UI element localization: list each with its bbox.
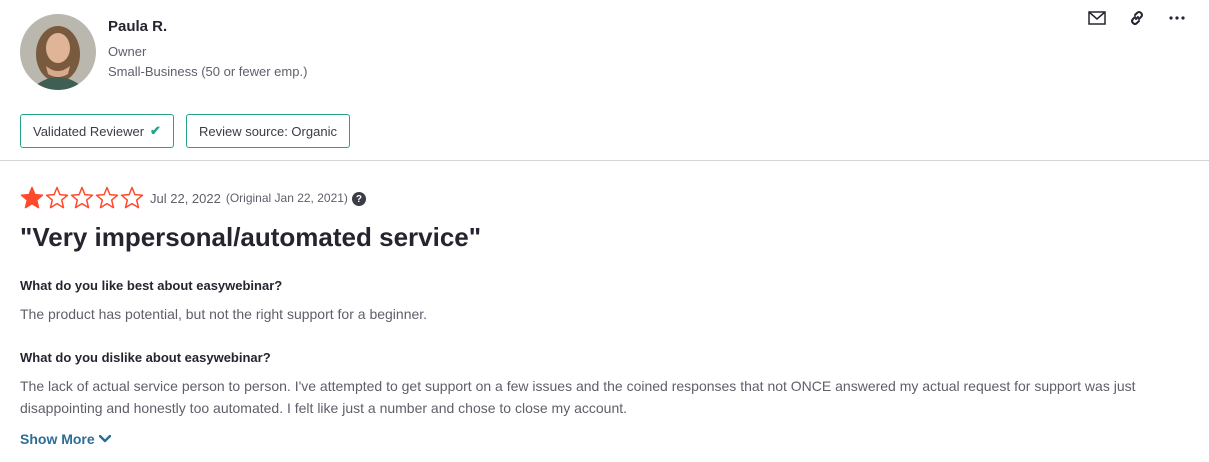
validated-reviewer-badge[interactable]: Validated Reviewer ✔ xyxy=(20,114,174,148)
reviewer-badges: Validated Reviewer ✔ Review source: Orga… xyxy=(20,114,350,148)
mail-button[interactable] xyxy=(1085,8,1109,28)
link-button[interactable] xyxy=(1125,8,1149,28)
star-empty-icon xyxy=(120,186,144,209)
mail-icon xyxy=(1088,11,1106,25)
answer-like-best: The product has potential, but not the r… xyxy=(20,306,428,322)
review-source-badge[interactable]: Review source: Organic xyxy=(185,114,350,148)
validated-reviewer-label: Validated Reviewer xyxy=(33,123,145,139)
review-source-label: Review source: Organic xyxy=(198,123,337,139)
reviewer-role: Owner xyxy=(108,44,147,59)
reviewer-header: Paula R. Owner Small-Business (50 or few… xyxy=(0,0,1209,160)
divider xyxy=(0,160,1209,161)
more-icon xyxy=(1169,16,1185,20)
chevron-down-icon xyxy=(98,435,111,443)
show-more-link[interactable]: Show More xyxy=(20,431,111,447)
review-original-date: (Original Jan 22, 2021) xyxy=(225,191,348,205)
check-icon: ✔ xyxy=(150,123,161,138)
more-button[interactable] xyxy=(1165,8,1189,28)
reviewer-name: Paula R. xyxy=(108,18,168,35)
review-actions xyxy=(1085,8,1189,28)
star-rating xyxy=(20,186,144,210)
answer-dislike: The lack of actual service person to per… xyxy=(20,378,1136,416)
link-icon xyxy=(1131,11,1143,25)
show-more-label: Show More xyxy=(20,431,95,447)
star-filled-icon xyxy=(20,186,44,209)
question-like-best: What do you like best about easywebinar? xyxy=(20,278,283,293)
rating-row: Jul 22, 2022 (Original Jan 22, 2021) ? xyxy=(20,186,366,210)
question-dislike: What do you dislike about easywebinar? xyxy=(20,350,271,365)
help-icon[interactable]: ? xyxy=(351,192,366,206)
star-empty-icon xyxy=(70,186,94,209)
star-empty-icon xyxy=(95,186,119,209)
star-empty-icon xyxy=(45,186,69,209)
review-title: "Very impersonal/automated service" xyxy=(20,222,482,252)
review-date: Jul 22, 2022 xyxy=(150,190,221,206)
reviewer-company-size: Small-Business (50 or fewer emp.) xyxy=(108,64,308,79)
avatar[interactable] xyxy=(20,14,96,90)
